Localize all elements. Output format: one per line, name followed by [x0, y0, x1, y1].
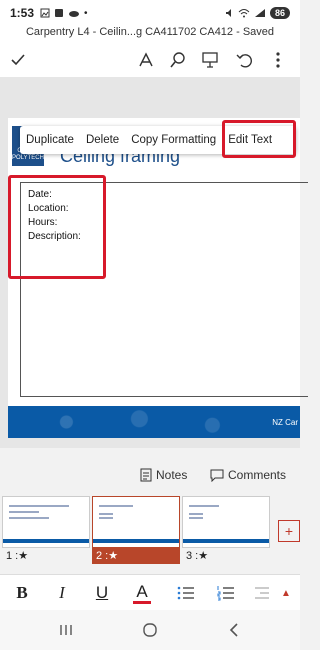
document-title: Carpentry L4 - Ceilin...g CA411702 CA412…	[0, 26, 300, 42]
menu-copy-formatting[interactable]: Copy Formatting	[125, 134, 222, 146]
home-icon	[143, 623, 157, 637]
status-left-icons: •	[40, 8, 88, 19]
mute-icon	[225, 9, 231, 17]
indent-icon	[255, 587, 269, 599]
highlight-box-edit-text	[222, 120, 296, 158]
check-icon	[11, 54, 25, 66]
recents-icon	[60, 625, 72, 635]
thumbnail-1[interactable]: 1 :★	[2, 496, 90, 564]
thumbnail-image	[182, 496, 270, 548]
bullets-button[interactable]	[172, 579, 200, 607]
draw-icon	[139, 52, 153, 67]
highlight-box-fields	[8, 175, 106, 279]
more-options-button[interactable]	[266, 48, 290, 72]
comment-icon	[210, 469, 224, 482]
present-button[interactable]	[198, 48, 222, 72]
comments-label: Comments	[228, 468, 287, 482]
wifi-icon	[238, 9, 250, 18]
recents-button[interactable]	[54, 618, 78, 642]
format-toolbar: B I U A ▲	[0, 574, 300, 610]
plus-icon: +	[284, 523, 294, 539]
add-slide-button[interactable]: +	[278, 520, 300, 542]
back-icon	[229, 623, 238, 637]
thumbnail-label: 3 :★	[186, 550, 209, 562]
bold-button[interactable]: B	[8, 579, 36, 607]
bullet-list-icon	[177, 586, 194, 600]
search-icon	[170, 52, 185, 68]
more-icon	[276, 52, 280, 68]
menu-duplicate[interactable]: Duplicate	[20, 134, 80, 146]
underline-button[interactable]: U	[88, 579, 116, 607]
notes-comments-bar: Notes Comments	[0, 466, 300, 488]
font-color-button[interactable]: A	[128, 579, 156, 607]
comments-button[interactable]: Comments	[210, 468, 286, 482]
menu-delete[interactable]: Delete	[80, 134, 125, 146]
present-icon	[202, 52, 218, 68]
done-button[interactable]	[6, 48, 30, 72]
status-right-icons: 86	[224, 7, 290, 19]
slide-footer-text: NZ Car	[272, 418, 298, 427]
thumbnail-label: 1 :★	[6, 550, 29, 562]
back-button[interactable]	[222, 618, 246, 642]
system-nav-bar	[0, 610, 300, 650]
thumbnail-2[interactable]: 2 :★	[92, 496, 180, 564]
slide-thumbnails: 1 :★ 2 :★ 3 :★ +	[0, 496, 300, 568]
search-button[interactable]	[166, 48, 190, 72]
image-icon	[40, 8, 50, 18]
notes-icon	[140, 468, 152, 482]
home-button[interactable]	[138, 618, 162, 642]
font-color-swatch	[133, 600, 151, 604]
numbered-list-icon	[217, 586, 234, 601]
battery-badge: 86	[269, 7, 290, 19]
slide-footer-band: NZ Car	[8, 406, 300, 438]
signal-icon	[254, 9, 265, 17]
thumbnail-image	[2, 496, 90, 548]
top-toolbar	[0, 42, 300, 78]
status-bar: 1:53 • 86	[0, 0, 300, 26]
cloud-icon	[69, 11, 80, 17]
numbering-button[interactable]	[212, 579, 240, 607]
draw-button[interactable]	[134, 48, 158, 72]
status-time: 1:53	[10, 6, 35, 20]
undo-button[interactable]	[232, 48, 256, 72]
undo-icon	[236, 54, 252, 68]
expand-format-button[interactable]: ▲	[272, 579, 300, 607]
thumbnail-label: 2 :★	[92, 548, 180, 564]
italic-button[interactable]: I	[48, 579, 76, 607]
thumbnail-image	[92, 496, 180, 548]
notes-label: Notes	[156, 468, 188, 482]
font-color-letter: A	[136, 581, 148, 601]
dot-icon: •	[84, 7, 88, 19]
notes-button[interactable]: Notes	[140, 468, 187, 482]
thumbnail-3[interactable]: 3 :★	[182, 496, 270, 564]
upload-icon	[55, 9, 64, 17]
caret-up-icon: ▲	[281, 587, 291, 599]
